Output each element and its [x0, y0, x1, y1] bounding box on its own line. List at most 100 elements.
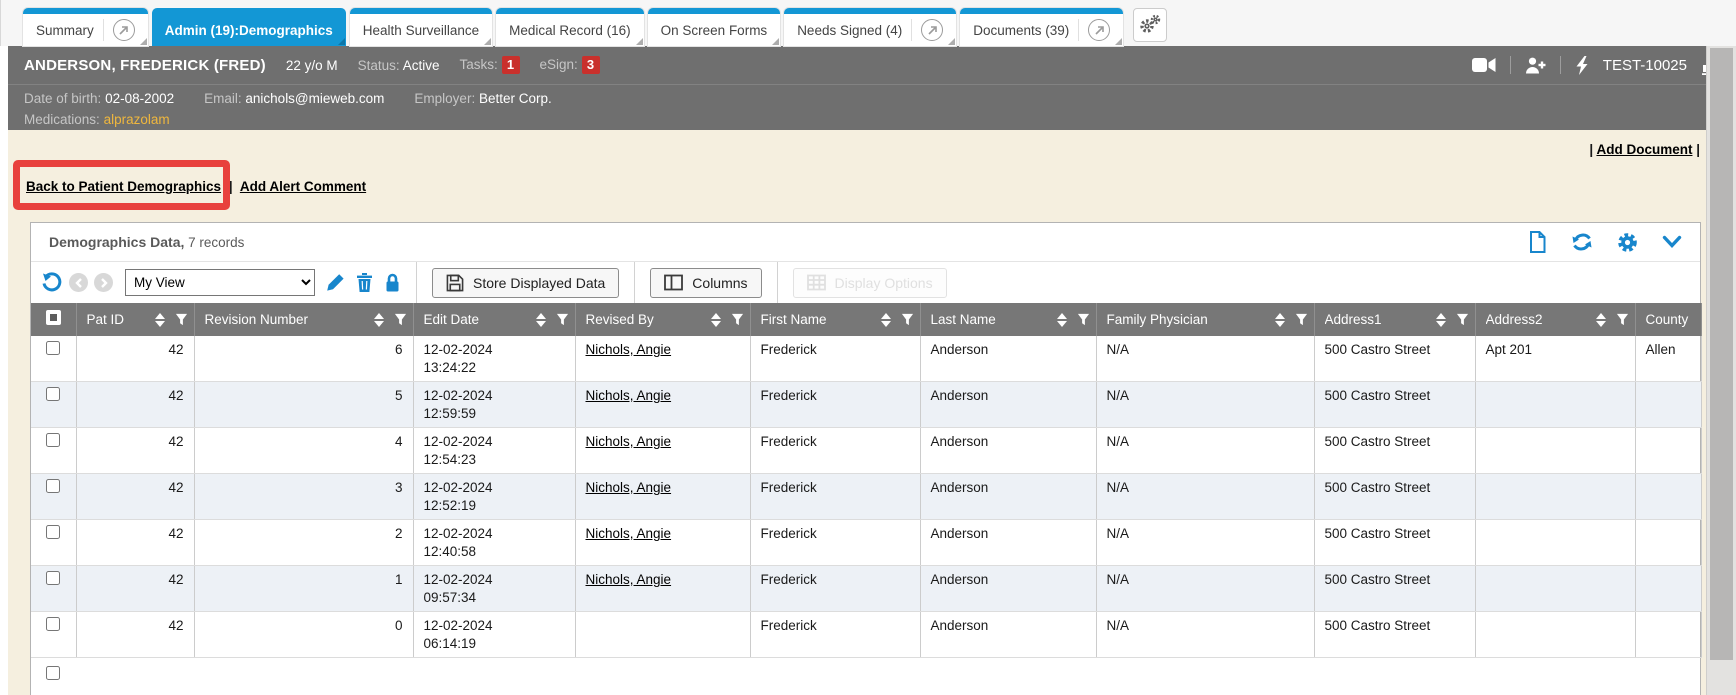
delete-view-trash-icon[interactable]: [356, 273, 373, 292]
add-document-link[interactable]: Add Document: [1596, 142, 1692, 157]
chevron-down-icon[interactable]: [1662, 235, 1682, 249]
next-view-button[interactable]: [94, 273, 113, 292]
sort-icon[interactable]: [374, 313, 384, 327]
tab-admin-demographics[interactable]: Admin (19):Demographics: [152, 8, 346, 46]
table-row: 42 4 12-02-202412:54:23 Nichols, Angie F…: [31, 428, 1701, 474]
tab-divider: [911, 19, 912, 41]
tab-label: Documents (39): [973, 23, 1069, 38]
patient-email: Email: anichols@mieweb.com: [204, 88, 384, 109]
filter-funnel-icon[interactable]: [175, 313, 188, 326]
open-in-new-icon[interactable]: [1088, 19, 1110, 41]
add-alert-comment-link[interactable]: Add Alert Comment: [240, 179, 366, 194]
divider: [1560, 56, 1561, 74]
filter-funnel-icon[interactable]: [1077, 313, 1090, 326]
video-camera-icon[interactable]: [1472, 57, 1496, 73]
col-header-family-physician: Family Physician: [1096, 303, 1314, 336]
pipe: |: [1589, 142, 1593, 157]
tab-medical-record[interactable]: Medical Record (16): [496, 8, 644, 46]
filter-funnel-icon[interactable]: [394, 313, 407, 326]
sort-icon[interactable]: [1275, 313, 1285, 327]
col-header-revision-number: Revision Number: [194, 303, 413, 336]
row-checkbox[interactable]: [46, 479, 60, 493]
patient-details-bar: Date of birth: 02-08-2002 Email: anichol…: [8, 84, 1736, 130]
demographics-data-panel: Demographics Data, 7 records: [30, 222, 1701, 695]
patient-medications: Medications: alprazolam: [24, 109, 170, 130]
tab-label: On Screen Forms: [661, 23, 768, 38]
tab-needs-signed[interactable]: Needs Signed (4): [784, 8, 956, 46]
add-person-icon[interactable]: [1525, 57, 1546, 74]
view-select[interactable]: My View: [125, 269, 315, 296]
pipe: |: [1696, 142, 1700, 157]
tab-health-surveillance[interactable]: Health Surveillance: [350, 8, 492, 46]
revised-by-link[interactable]: Nichols, Angie: [586, 480, 672, 495]
open-in-new-icon[interactable]: [113, 19, 135, 41]
open-in-new-icon[interactable]: [921, 19, 943, 41]
row-checkbox[interactable]: [46, 387, 60, 401]
revised-by-link[interactable]: Nichols, Angie: [586, 526, 672, 541]
tab-divider: [103, 19, 104, 41]
panel-title: Demographics Data, 7 records: [49, 234, 244, 250]
tasks-indicator[interactable]: Tasks: 1: [459, 56, 519, 74]
columns-button[interactable]: Columns: [650, 268, 761, 298]
demographics-grid: Pat ID Revision Number Edit Date Revised…: [31, 303, 1702, 658]
col-header-address1: Address1: [1314, 303, 1475, 336]
gears-icon: [1139, 14, 1161, 37]
sort-icon[interactable]: [1596, 313, 1606, 327]
filter-funnel-icon[interactable]: [901, 313, 914, 326]
filter-funnel-icon[interactable]: [1456, 313, 1469, 326]
filter-funnel-icon[interactable]: [1295, 313, 1308, 326]
col-header-first-name: First Name: [750, 303, 920, 336]
patient-name: ANDERSON, FREDERICK (FRED): [24, 57, 266, 74]
edit-view-pencil-icon[interactable]: [326, 273, 345, 292]
filter-funnel-icon[interactable]: [556, 313, 569, 326]
sort-icon[interactable]: [1436, 313, 1446, 327]
reset-view-icon[interactable]: [41, 272, 63, 294]
sort-icon[interactable]: [1057, 313, 1067, 327]
tab-summary[interactable]: Summary: [23, 8, 148, 46]
columns-icon: [664, 274, 683, 291]
sort-icon[interactable]: [711, 313, 721, 327]
tab-on-screen-forms[interactable]: On Screen Forms: [648, 8, 781, 46]
refresh-icon[interactable]: [1571, 232, 1593, 252]
revised-by-link[interactable]: Nichols, Angie: [586, 434, 672, 449]
new-document-icon[interactable]: [1528, 231, 1547, 253]
row-checkbox[interactable]: [46, 525, 60, 539]
sort-icon[interactable]: [155, 313, 165, 327]
scrollbar-thumb[interactable]: [1710, 48, 1733, 660]
tab-documents[interactable]: Documents (39): [960, 8, 1123, 46]
store-displayed-data-button[interactable]: Store Displayed Data: [432, 268, 619, 298]
select-all-header-cell: [31, 303, 76, 336]
grid-header-row: Pat ID Revision Number Edit Date Revised…: [31, 303, 1701, 336]
row-checkbox[interactable]: [46, 571, 60, 585]
grid-toolbar: My View Store Displayed Data: [31, 261, 1700, 303]
back-to-patient-demographics-link[interactable]: Back to Patient Demographics: [26, 179, 221, 194]
medication-value: alprazolam: [104, 112, 170, 127]
lightning-icon[interactable]: [1575, 56, 1589, 75]
tab-strip: Summary Admin (19):Demographics Health S…: [0, 0, 1736, 46]
sort-icon[interactable]: [536, 313, 546, 327]
gear-icon[interactable]: [1617, 232, 1638, 253]
select-all-checkbox[interactable]: [46, 310, 61, 325]
revised-by-link[interactable]: Nichols, Angie: [586, 572, 672, 587]
tab-settings-button[interactable]: [1133, 8, 1167, 42]
tab-label: Needs Signed (4): [797, 23, 902, 38]
footer-select-checkbox[interactable]: [46, 666, 60, 680]
revised-by-link[interactable]: Nichols, Angie: [586, 342, 672, 357]
add-document-row: | Add Document |: [8, 130, 1736, 157]
lock-view-icon[interactable]: [384, 273, 401, 292]
row-checkbox[interactable]: [46, 341, 60, 355]
sort-icon[interactable]: [881, 313, 891, 327]
row-checkbox[interactable]: [46, 617, 60, 631]
patient-header-bar: ANDERSON, FREDERICK (FRED) 22 y/o M Stat…: [8, 46, 1736, 84]
tab-label: Medical Record (16): [509, 23, 631, 38]
vertical-scrollbar[interactable]: [1706, 46, 1736, 695]
filter-funnel-icon[interactable]: [731, 313, 744, 326]
revised-by-link[interactable]: Nichols, Angie: [586, 388, 672, 403]
filter-funnel-icon[interactable]: [1616, 313, 1629, 326]
content-area: | Add Document | Back to Patient Demogra…: [8, 130, 1736, 695]
save-floppy-icon: [446, 274, 464, 292]
esign-badge: 3: [582, 56, 600, 74]
esign-indicator[interactable]: eSign: 3: [540, 56, 600, 74]
previous-view-button[interactable]: [69, 273, 88, 292]
row-checkbox[interactable]: [46, 433, 60, 447]
